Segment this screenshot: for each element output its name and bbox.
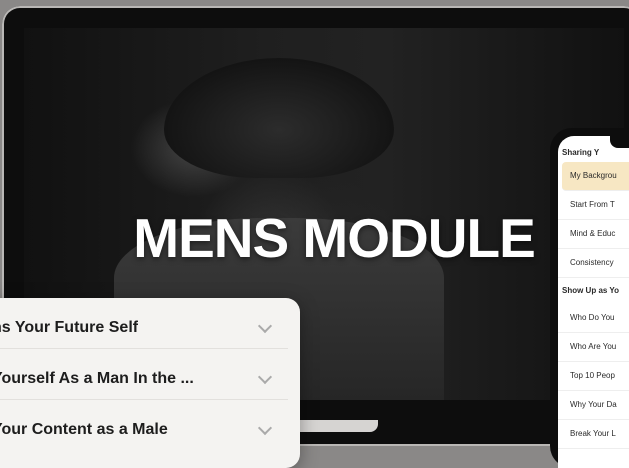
phone-lesson-item[interactable]: Consistency bbox=[558, 249, 629, 278]
phone-lesson-item[interactable]: Start From T bbox=[558, 191, 629, 220]
accordion-row-label: ns Your Future Self bbox=[0, 319, 139, 336]
phone-lesson-item[interactable]: Who Are You bbox=[558, 333, 629, 362]
phone-screen: Sharing Y My Backgrou Start From T Mind … bbox=[558, 136, 629, 468]
chevron-down-icon[interactable] bbox=[257, 318, 273, 334]
accordion-row[interactable]: Your Content as a Male bbox=[0, 410, 288, 450]
phone-section-header: Show Up as Yo bbox=[562, 286, 620, 295]
accordion-row[interactable]: Yourself As a Man In the ... bbox=[0, 359, 288, 400]
phone-mockup: Sharing Y My Backgrou Start From T Mind … bbox=[550, 128, 629, 468]
phone-lesson-item[interactable]: Break Your L bbox=[558, 420, 629, 449]
accordion-row-label: Your Content as a Male bbox=[0, 421, 168, 438]
accordion-row[interactable]: ns Your Future Self bbox=[0, 308, 288, 349]
phone-lesson-item[interactable]: Mind & Educ bbox=[558, 220, 629, 249]
phone-lesson-item[interactable]: Who Do You bbox=[558, 304, 629, 333]
phone-lesson-item[interactable]: Why Your Da bbox=[558, 391, 629, 420]
phone-lesson-item[interactable]: Top 10 Peop bbox=[558, 362, 629, 391]
phone-lesson-item[interactable]: My Backgrou bbox=[562, 162, 629, 191]
accordion-row-label: Yourself As a Man In the ... bbox=[0, 370, 194, 387]
hero-title: MENS MODULE bbox=[133, 207, 536, 269]
module-accordion-card: ns Your Future Self Yourself As a Man In… bbox=[0, 298, 300, 468]
chevron-down-icon[interactable] bbox=[257, 369, 273, 385]
phone-notch bbox=[610, 134, 629, 148]
chevron-down-icon[interactable] bbox=[257, 420, 273, 436]
